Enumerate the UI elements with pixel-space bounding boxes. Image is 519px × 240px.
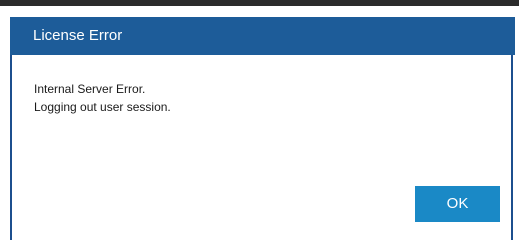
- background-strip: [0, 0, 519, 17]
- background-dark-edge: [0, 0, 519, 6]
- ok-button[interactable]: OK: [415, 186, 500, 222]
- message-line-error: Internal Server Error.: [34, 82, 146, 96]
- message-line-logout: Logging out user session.: [34, 100, 171, 114]
- screen: License Error Internal Server Error. Log…: [0, 0, 519, 240]
- license-error-dialog: License Error Internal Server Error. Log…: [10, 17, 515, 240]
- dialog-title: License Error: [33, 27, 123, 44]
- dialog-message: Internal Server Error. Logging out user …: [34, 80, 171, 116]
- dialog-title-bar[interactable]: License Error: [10, 17, 515, 55]
